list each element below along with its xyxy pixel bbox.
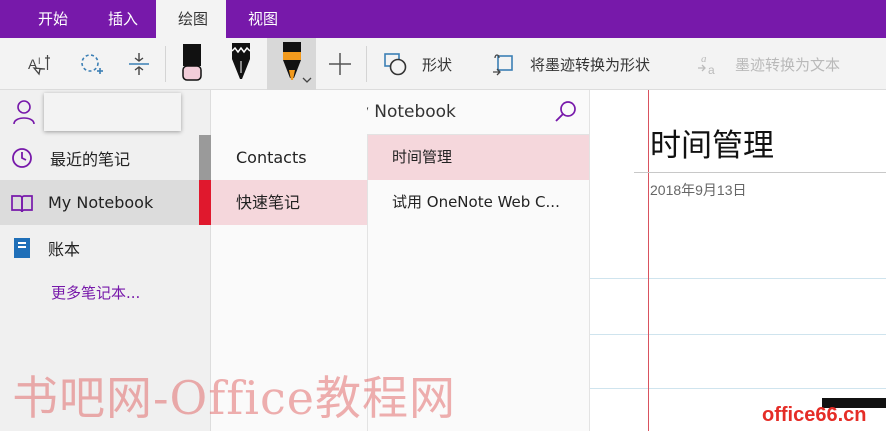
page-date: 2018年9月13日 (650, 182, 747, 198)
eraser-button[interactable] (172, 38, 212, 90)
margin-line (648, 90, 649, 431)
rule-line (590, 388, 886, 389)
account-row (0, 90, 211, 135)
toolbar-separator (366, 46, 367, 82)
page-canvas[interactable]: 时间管理 2018年9月13日 (589, 90, 886, 431)
lasso-select-button[interactable] (72, 38, 110, 90)
search-icon[interactable] (553, 99, 579, 129)
insert-space-button[interactable] (120, 38, 158, 90)
chevron-down-icon (302, 76, 312, 84)
person-icon[interactable] (12, 99, 36, 129)
more-notebooks-link[interactable]: 更多笔记本... (51, 282, 140, 303)
nav-item-label: 账本 (48, 239, 81, 259)
svg-text:I: I (38, 56, 41, 66)
ink-to-shape-button[interactable]: 将墨迹转换为形状 (490, 38, 668, 90)
corner-watermark: office66.cn (762, 398, 886, 431)
tab-insert[interactable]: 插入 (86, 0, 156, 38)
pen-black-button[interactable] (220, 38, 262, 90)
nav-item-recent-notes[interactable]: 最近的笔记 (0, 135, 211, 180)
account-name-box[interactable] (44, 93, 181, 131)
shapes-button[interactable]: 形状 (382, 38, 462, 90)
page-item-time-management[interactable]: 时间管理 (368, 135, 589, 180)
svg-text:A: A (28, 56, 38, 72)
clock-icon (0, 147, 44, 169)
nav-item-ledger[interactable]: 账本 (0, 225, 211, 270)
watermark-text: 书吧网-Office教程网 (12, 371, 457, 425)
eraser-icon (180, 44, 204, 84)
notebook-blue-icon (0, 237, 44, 259)
tab-home[interactable]: 开始 (0, 0, 86, 38)
ribbon-tab-bar: 开始 插入 绘图 视图 (0, 0, 886, 38)
tab-view[interactable]: 视图 (226, 0, 296, 38)
notebook-color-strip (199, 180, 211, 225)
draw-toolbar: A I 形状 将墨迹转换为形状 a a 墨迹转换为文本 (0, 38, 886, 90)
section-contacts[interactable]: Contacts (211, 135, 367, 180)
svg-text:a: a (708, 63, 715, 77)
ink-to-shape-label: 将墨迹转换为形状 (530, 55, 651, 74)
tab-draw[interactable]: 绘图 (156, 0, 227, 38)
nav-item-label: 最近的笔记 (50, 149, 131, 169)
ink-to-text-button[interactable]: a a 墨迹转换为文本 (695, 38, 875, 90)
shapes-icon (382, 50, 410, 78)
toolbar-separator (165, 46, 166, 82)
add-pen-icon (327, 51, 353, 77)
ink-to-text-icon: a a (695, 50, 723, 78)
insert-space-icon (125, 50, 153, 78)
ink-to-text-label: 墨迹转换为文本 (735, 55, 841, 74)
highlighter-orange-button[interactable] (267, 38, 316, 90)
nav-item-my-notebook[interactable]: My Notebook (0, 180, 211, 225)
add-pen-button[interactable] (320, 38, 360, 90)
text-select-icon: A I (25, 50, 53, 78)
rule-line (590, 334, 886, 335)
page-item-try-onenote[interactable]: 试用 OneNote Web C... (368, 180, 589, 225)
ink-to-shape-icon (490, 50, 518, 78)
svg-text:a: a (701, 53, 707, 65)
notebook-color-strip (199, 135, 211, 180)
shapes-label: 形状 (422, 55, 453, 74)
rule-line (590, 278, 886, 279)
section-quick-notes[interactable]: 快速笔记 (211, 180, 367, 225)
nav-item-label: My Notebook (48, 193, 154, 212)
lasso-select-icon (77, 50, 105, 78)
text-select-button[interactable]: A I (20, 38, 58, 90)
book-icon (0, 193, 44, 213)
pen-black-icon (227, 43, 255, 85)
page-title[interactable]: 时间管理 (650, 120, 774, 165)
corner-watermark-text: office66.cn (762, 404, 867, 426)
title-underline (634, 172, 886, 173)
